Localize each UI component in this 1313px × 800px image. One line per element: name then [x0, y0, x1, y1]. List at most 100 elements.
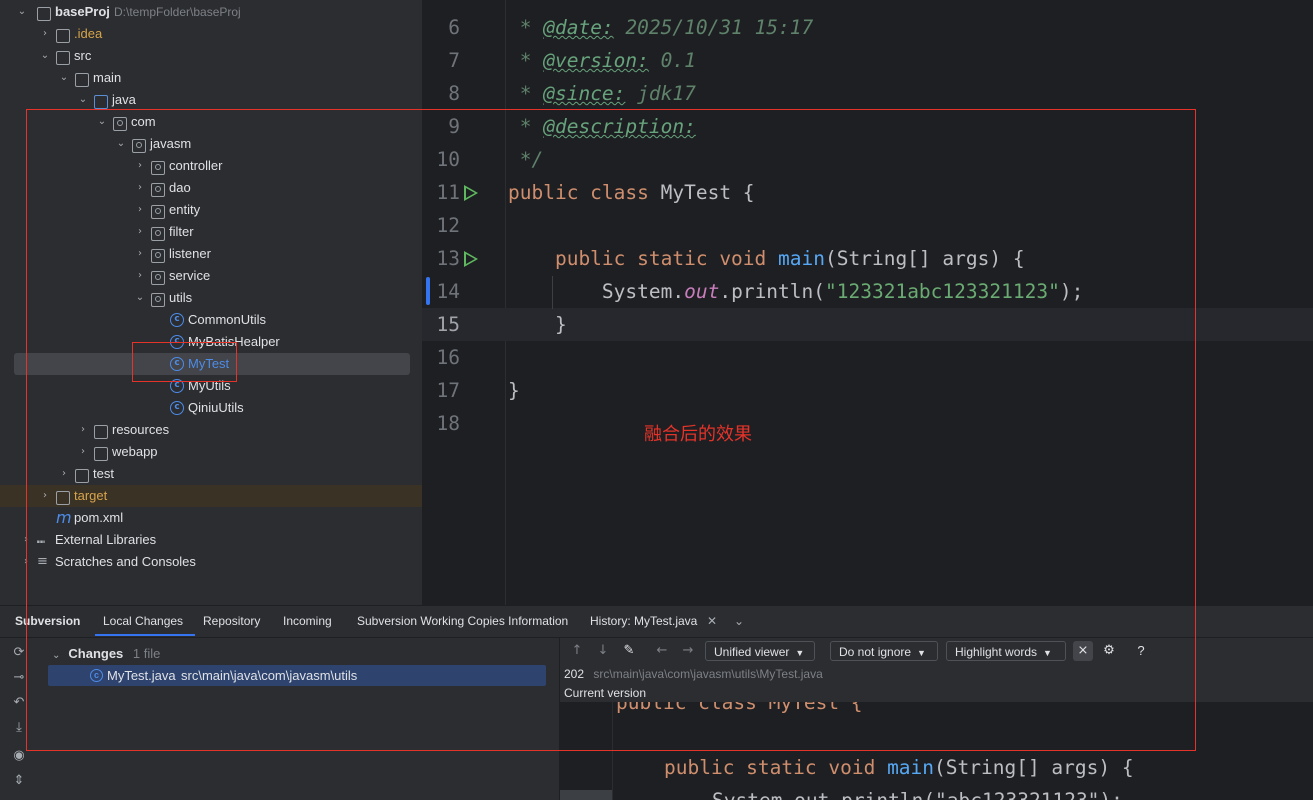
changes-group[interactable]: ⌄ Changes 1 file: [52, 644, 160, 664]
tree-item-entity[interactable]: › entity: [0, 199, 422, 221]
code-line[interactable]: 15 }: [422, 308, 1313, 341]
tree-item-service[interactable]: › service: [0, 265, 422, 287]
chevron-down-icon[interactable]: ⌄: [52, 650, 60, 661]
code-line[interactable]: 13 public static void main(String[] args…: [422, 242, 1313, 275]
chevron-down-icon[interactable]: ⌄: [16, 1, 28, 23]
ignore-select[interactable]: Do not ignore ▼: [830, 641, 938, 661]
commit-icon[interactable]: ⊸: [10, 670, 28, 686]
diff-content[interactable]: public class MyTest { public static void…: [560, 702, 1313, 800]
chevron-right-icon[interactable]: ›: [58, 463, 70, 485]
arrow-right-icon[interactable]: →: [680, 643, 696, 659]
expand-icon[interactable]: ⇕: [10, 773, 28, 789]
code-line[interactable]: 9 * @description:: [422, 110, 1313, 143]
code-line[interactable]: 16: [422, 341, 1313, 374]
tree-item-controller[interactable]: › controller: [0, 155, 422, 177]
line-number: 17: [436, 379, 460, 402]
indent-guide: [552, 276, 553, 309]
tree-item-qiniuutils[interactable]: c QiniuUtils: [0, 397, 422, 419]
tree-item-mybatishealper[interactable]: c MyBatisHealper: [0, 331, 422, 353]
tree-item-test[interactable]: › test: [0, 463, 422, 485]
viewer-select[interactable]: Unified viewer ▼: [705, 641, 815, 661]
code-line[interactable]: 12: [422, 209, 1313, 242]
diff-params: (String[] args) {: [934, 756, 1134, 779]
tree-item-javasm[interactable]: ⌄ javasm: [0, 133, 422, 155]
chevron-right-icon[interactable]: ›: [20, 551, 32, 573]
tree-root[interactable]: ⌄ baseProj D:\tempFolder\baseProj: [0, 1, 422, 23]
close-icon[interactable]: ✕: [707, 614, 717, 628]
run-icon[interactable]: [464, 251, 478, 267]
tree-item-commonutils[interactable]: c CommonUtils: [0, 309, 422, 331]
chevron-right-icon[interactable]: ›: [134, 221, 146, 243]
chevron-right-icon[interactable]: ›: [20, 529, 32, 551]
rollback-icon[interactable]: ↶: [10, 695, 28, 711]
chevron-right-icon[interactable]: ›: [77, 419, 89, 441]
code-line[interactable]: 10 */: [422, 143, 1313, 176]
tab-history[interactable]: History: MyTest.java: [590, 614, 697, 628]
tree-item-scratches-and-consoles[interactable]: › ≡ Scratches and Consoles: [0, 551, 422, 573]
chevron-down-icon[interactable]: ⌄: [134, 287, 146, 309]
chevron-right-icon[interactable]: ›: [134, 243, 146, 265]
tab-working-copies[interactable]: Subversion Working Copies Information: [357, 614, 568, 628]
highlight-select[interactable]: Highlight words ▼: [946, 641, 1066, 661]
arrow-up-icon[interactable]: ↑: [569, 643, 585, 659]
edit-icon[interactable]: ✎: [621, 643, 637, 659]
help-icon[interactable]: ?: [1133, 643, 1149, 659]
package-icon: [151, 271, 165, 285]
chevron-right-icon[interactable]: ›: [39, 485, 51, 507]
update-icon[interactable]: ⤓: [10, 720, 28, 736]
tree-item-src[interactable]: ⌄ src: [0, 45, 422, 67]
chevron-down-icon[interactable]: ⌄: [96, 111, 108, 133]
tree-item-filter[interactable]: › filter: [0, 221, 422, 243]
chevron-right-icon[interactable]: ›: [134, 265, 146, 287]
chevron-right-icon[interactable]: ›: [134, 155, 146, 177]
run-icon[interactable]: [464, 185, 478, 201]
chevron-right-icon[interactable]: ›: [77, 441, 89, 463]
tree-item-label: listener: [169, 246, 211, 261]
tab-incoming[interactable]: Incoming: [283, 614, 332, 628]
change-row[interactable]: c MyTest.java src\main\java\com\javasm\u…: [48, 665, 546, 686]
code-line[interactable]: 8 * @since: jdk17: [422, 77, 1313, 110]
chevron-right-icon[interactable]: ›: [134, 199, 146, 221]
tree-item-label: java: [112, 92, 136, 107]
tree-item-label: main: [93, 70, 122, 85]
chevron-down-icon[interactable]: ⌄: [77, 89, 89, 111]
tree-item-label: entity: [169, 202, 201, 217]
tree-item-external-libraries[interactable]: › ⑉ External Libraries: [0, 529, 422, 551]
chevron-down-icon[interactable]: ⌄: [58, 67, 70, 89]
tab-local-changes[interactable]: Local Changes: [94, 614, 196, 636]
code-line[interactable]: 14 System.out.println("123321abc12332112…: [422, 275, 1313, 308]
tree-item-resources[interactable]: › resources: [0, 419, 422, 441]
code-line[interactable]: 17}: [422, 374, 1313, 407]
tree-item-listener[interactable]: › listener: [0, 243, 422, 265]
chevron-down-icon[interactable]: ⌄: [734, 614, 744, 628]
chevron-right-icon[interactable]: ›: [39, 23, 51, 45]
folder-icon: [94, 425, 108, 439]
chevron-down-icon[interactable]: ⌄: [115, 133, 127, 155]
eye-icon[interactable]: ◉: [10, 748, 28, 764]
code-line[interactable]: 11 public class MyTest {: [422, 176, 1313, 209]
arrow-left-icon[interactable]: ←: [654, 643, 670, 659]
tree-item-pom-xml[interactable]: m pom.xml: [0, 507, 422, 529]
tree-item-dao[interactable]: › dao: [0, 177, 422, 199]
code-line[interactable]: 7 * @version: 0.1: [422, 44, 1313, 77]
code-line[interactable]: 18: [422, 407, 1313, 440]
tree-item-main[interactable]: ⌄ main: [0, 67, 422, 89]
collapse-icon[interactable]: ⨯: [1073, 641, 1093, 661]
chevron-right-icon[interactable]: ›: [134, 177, 146, 199]
refresh-icon[interactable]: ⟳: [10, 645, 28, 661]
arrow-down-icon[interactable]: ↓: [595, 643, 611, 659]
tree-item-myutils[interactable]: c MyUtils: [0, 375, 422, 397]
chevron-down-icon[interactable]: ⌄: [39, 45, 51, 67]
tree-item-target[interactable]: › target: [0, 485, 422, 507]
code-editor[interactable]: 6 * @date: 2025/10/31 15:17 7 * @version:…: [422, 0, 1313, 605]
tab-repository[interactable]: Repository: [203, 614, 260, 628]
tree-item-mytest[interactable]: c MyTest: [14, 353, 410, 375]
tree-item-com[interactable]: ⌄ com: [0, 111, 422, 133]
line-number: 13: [436, 247, 460, 270]
code-line[interactable]: 6 * @date: 2025/10/31 15:17: [422, 11, 1313, 44]
gear-icon[interactable]: ⚙: [1101, 643, 1117, 659]
tree-item-utils[interactable]: ⌄ utils: [0, 287, 422, 309]
tree-item-idea[interactable]: › .idea: [0, 23, 422, 45]
tree-item-java[interactable]: ⌄ java: [0, 89, 422, 111]
tree-item-webapp[interactable]: › webapp: [0, 441, 422, 463]
